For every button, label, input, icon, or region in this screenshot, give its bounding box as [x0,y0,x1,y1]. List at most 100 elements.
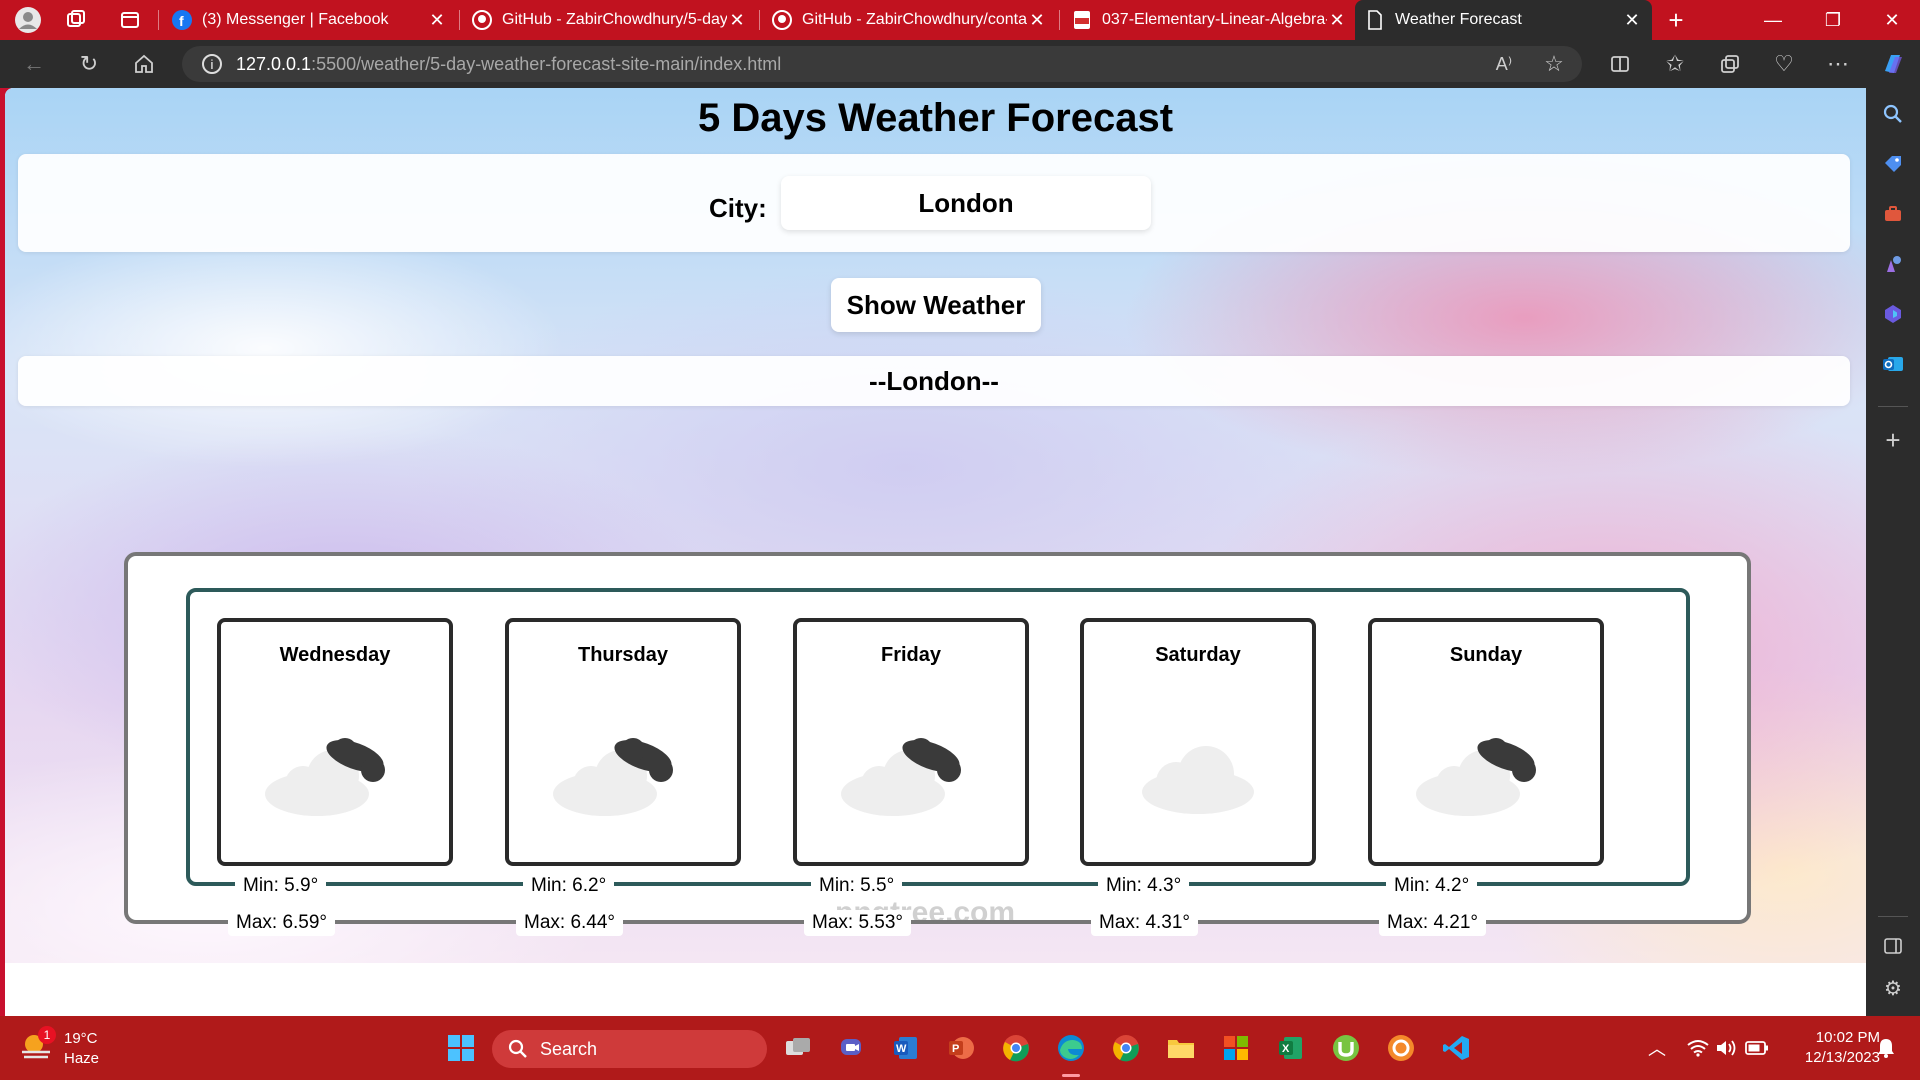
tab-weather-forecast[interactable]: Weather Forecast ✕ [1355,0,1652,40]
day-name: Saturday [1155,644,1241,666]
settings-gear-icon[interactable]: ⚙ [1877,972,1909,1004]
favorite-star-icon[interactable]: ☆ [1538,48,1570,80]
tab-github-5day[interactable]: GitHub - ZabirChowdhury/5-day ✕ [462,0,757,40]
tab-title: GitHub - ZabirChowdhury/5-day [502,11,727,28]
browser-toolbar: ← ↻ i 127.0.0.1:5500/weather/5-day-weath… [0,40,1920,88]
day-card-thursday: Thursday [505,618,741,866]
city-input[interactable] [781,176,1151,230]
refresh-icon[interactable]: ↻ [73,48,105,80]
close-tab-icon[interactable]: ✕ [1027,10,1047,31]
excel-icon[interactable]: X [1271,1028,1311,1068]
windows-taskbar: 1 19°C Haze Search W P X ︿ 10:02 PM 12/1… [0,1016,1920,1080]
vscode-icon[interactable] [1436,1028,1476,1068]
chrome-icon[interactable] [996,1028,1036,1068]
page-viewport: 5 Days Weather Forecast City: Show Weath… [5,88,1866,1016]
show-hidden-icons-chevron-icon[interactable]: ︿ [1637,1028,1677,1068]
tab-github-contact[interactable]: GitHub - ZabirChowdhury/conta ✕ [762,0,1057,40]
pdf-icon [1072,10,1092,30]
max-temp: Max: 4.21° [1379,910,1487,936]
max-temp: Max: 5.53° [804,910,912,936]
min-temp: Min: 4.3° [1098,873,1190,899]
new-tab-icon[interactable]: + [1660,4,1692,36]
teams-chat-icon[interactable] [832,1028,872,1068]
svg-text:f: f [179,13,184,29]
utorrent-icon[interactable] [1326,1028,1366,1068]
home-icon[interactable] [128,48,160,80]
github-icon [472,10,492,30]
day-name: Thursday [577,644,669,666]
day-card-wednesday: Wednesday [217,618,453,866]
close-tab-icon[interactable]: ✕ [727,10,747,31]
word-icon[interactable]: W [886,1028,926,1068]
tab-messenger[interactable]: f (3) Messenger | Facebook ✕ [162,0,457,40]
copilot-icon[interactable] [1877,48,1909,80]
min-temp: Min: 4.2° [1386,873,1478,899]
tab-actions-icon[interactable] [114,4,146,36]
powerpoint-icon[interactable]: P [941,1028,981,1068]
city-label: City: [709,193,767,223]
svg-text:X: X [1282,1043,1290,1055]
github-icon [772,10,792,30]
edge-icon[interactable] [1051,1028,1091,1068]
back-icon[interactable]: ← [18,48,50,80]
day-name: Wednesday [279,644,391,666]
weather-widget[interactable]: 1 19°C Haze [20,1026,120,1072]
shopping-tag-icon[interactable] [1877,148,1909,180]
close-tab-icon[interactable]: ✕ [1622,10,1642,31]
close-window-icon[interactable]: ✕ [1864,0,1920,40]
minimize-icon[interactable]: — [1745,0,1801,40]
clock-date: 12/13/2023 [1804,1049,1880,1066]
city-heading: --London-- [18,356,1850,406]
battery-icon[interactable] [1737,1028,1777,1068]
tab-title: Weather Forecast [1395,11,1522,28]
tools-icon[interactable] [1877,198,1909,230]
close-tab-icon[interactable]: ✕ [427,10,447,31]
search-label: Search [540,1038,598,1059]
url-path: :5500/weather/5-day-weather-forecast-sit… [311,53,782,74]
read-aloud-icon[interactable]: A⁾ [1488,48,1520,80]
more-menu-icon[interactable]: ⋯ [1822,48,1854,80]
day-card-sunday: Sunday [1368,618,1604,866]
site-info-icon[interactable]: i [202,54,222,74]
games-icon[interactable] [1877,248,1909,280]
cloud-icon [1142,746,1254,814]
page-title: 5 Days Weather Forecast [697,96,1174,140]
clock[interactable]: 10:02 PM 12/13/2023 [1780,1028,1880,1068]
file-explorer-icon[interactable] [1161,1028,1201,1068]
add-sidebar-app-icon[interactable]: + [1877,424,1909,456]
workspaces-icon[interactable] [60,4,92,36]
restore-icon[interactable]: ❐ [1805,0,1861,40]
hide-sidebar-icon[interactable] [1877,930,1909,962]
weather-temp: 19°C [64,1030,98,1047]
vpn-app-icon[interactable] [1381,1028,1421,1068]
split-screen-icon[interactable] [1604,48,1636,80]
microsoft-store-icon[interactable] [1216,1028,1256,1068]
close-tab-icon[interactable]: ✕ [1327,10,1347,31]
notification-bell-icon[interactable] [1866,1028,1906,1068]
clock-time: 10:02 PM [1815,1029,1880,1046]
profile-avatar-icon[interactable] [12,4,44,36]
tab-strip: f (3) Messenger | Facebook ✕ GitHub - Za… [0,0,1920,40]
cloudy-night-icon [841,738,961,816]
min-temp: Min: 6.2° [523,873,615,899]
tab-linear-algebra-pdf[interactable]: 037-Elementary-Linear-Algebra- ✕ [1062,0,1357,40]
cloudy-night-icon [1416,738,1536,816]
chrome-profile-icon[interactable] [1106,1028,1146,1068]
start-windows-icon[interactable] [441,1028,481,1068]
max-temp: Max: 4.31° [1091,910,1199,936]
taskbar-search[interactable]: Search [492,1030,767,1068]
collections-icon[interactable] [1714,48,1746,80]
page-icon [1365,10,1385,30]
address-bar[interactable]: i 127.0.0.1:5500/weather/5-day-weather-f… [182,46,1582,82]
favorites-icon[interactable]: ✩ [1659,48,1691,80]
tab-title: 037-Elementary-Linear-Algebra- [1102,11,1327,28]
browser-essentials-icon[interactable]: ♡ [1768,48,1800,80]
edge-sidebar: + ⚙ [1866,88,1920,1016]
show-weather-button[interactable]: Show Weather [831,278,1041,332]
search-icon[interactable] [1877,98,1909,130]
svg-text:W: W [896,1043,907,1055]
facebook-icon: f [172,10,192,30]
task-view-icon[interactable] [778,1028,818,1068]
outlook-icon[interactable] [1877,348,1909,380]
microsoft-365-icon[interactable] [1877,298,1909,330]
